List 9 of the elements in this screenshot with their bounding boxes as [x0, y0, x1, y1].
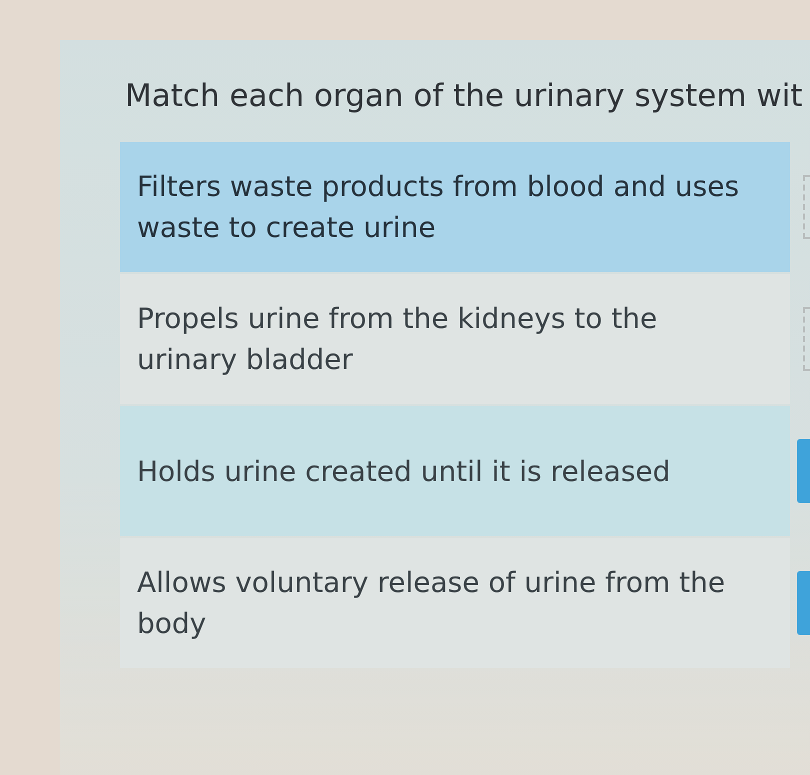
statement-text: Allows voluntary release of urine from the body: [137, 565, 726, 642]
statement-text: Holds urine created until it is released: [137, 454, 670, 490]
answer-tile[interactable]: [797, 439, 810, 503]
answer-tile[interactable]: [797, 571, 810, 635]
statement-text: Filters waste products from blood and uses waste to create urine: [137, 169, 740, 246]
question-text: Match each organ of the urinary system wit: [124, 77, 803, 115]
drop-zone[interactable]: [803, 175, 810, 239]
statement-text: Propels urine from the kidneys to the urinary bladder: [137, 301, 658, 378]
drop-zone[interactable]: [803, 307, 810, 371]
